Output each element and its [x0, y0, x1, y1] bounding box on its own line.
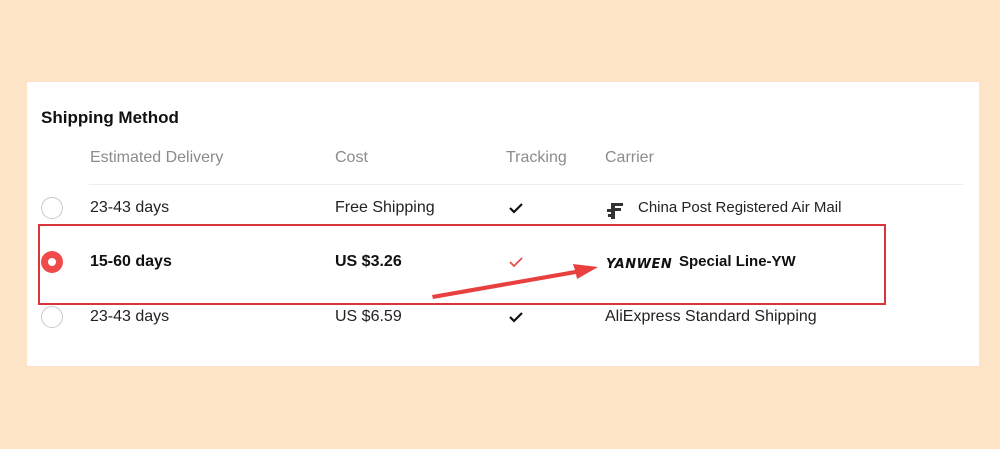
arrow-annotation: [432, 264, 598, 299]
